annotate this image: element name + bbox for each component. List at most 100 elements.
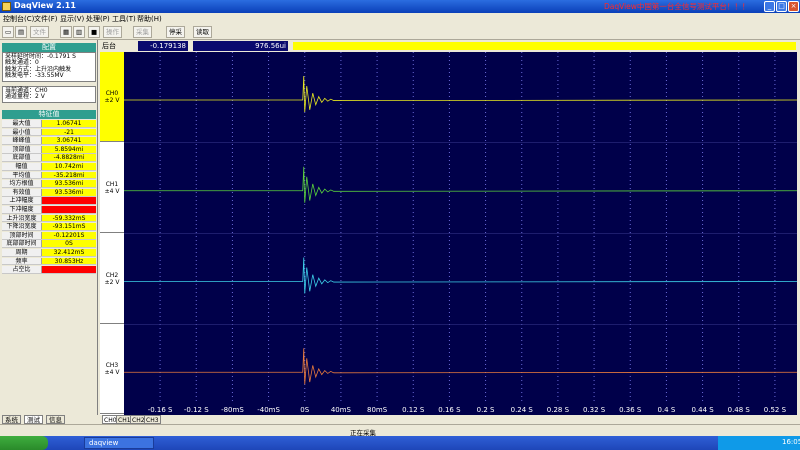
stop-collect-button[interactable]: 停采	[166, 26, 185, 38]
channel-labels: CH0 ±2 V CH1 ±4 V CH2 ±2 V CH3 ±4 V	[100, 52, 124, 415]
channel-name: CH2	[105, 271, 119, 279]
feature-value: -93.151mS	[42, 223, 96, 230]
left-tabs: 系统 测试 信息	[0, 415, 98, 424]
channel-label-ch3[interactable]: CH3 ±4 V	[100, 324, 124, 415]
channel-label-text: CH0 ±2 V	[100, 90, 124, 104]
collect-button[interactable]: 采集	[133, 26, 152, 38]
x-tick-label: -80mS	[221, 406, 244, 414]
x-tick-label: 0.28 S	[547, 406, 570, 414]
menu-tools[interactable]: 工具(T)	[112, 14, 136, 24]
toolbar: ▭ ▤ 文件 ▦ ▥ ■ 操作 采集 停采 读取	[0, 24, 800, 40]
readout-bar: 后台 -0.179138 976.56ui	[100, 40, 800, 52]
tab-info[interactable]: 信息	[46, 415, 65, 424]
config-info: 采样延时时间：-0.1791 S 触发通道：0 触发方式：上升沿内触发 触发电平…	[2, 52, 96, 82]
window-title: DaqView 2.11	[14, 1, 76, 10]
feature-row: 幅值 10.742mi	[2, 163, 96, 171]
feature-label: 均方根值	[2, 180, 42, 187]
print-icon[interactable]: ▥	[73, 26, 85, 38]
feature-row: 下降沿宽度 -93.151mS	[2, 223, 96, 231]
scope-plot[interactable]: -0.16 S -0.12 S -80mS -40mS 0S 40mS 80mS 0.12 S…	[124, 52, 798, 415]
feature-label: 峰峰值	[2, 137, 42, 144]
feature-label: 有效值	[2, 188, 42, 196]
minimize-button[interactable]: _	[764, 1, 775, 12]
feature-label: 下冲幅度	[2, 206, 42, 213]
menu-view[interactable]: 显示(V)	[60, 14, 84, 24]
feature-value: 6.3066mi	[42, 206, 96, 213]
feature-row: 底部部时间 0S	[2, 240, 96, 249]
taskbar: daqview 16:05	[0, 436, 800, 450]
feature-row: 均方根值 93.536mi	[2, 180, 96, 188]
x-tick-label: 0.36 S	[619, 406, 642, 414]
feature-row: 有效值 93.536mi	[2, 188, 96, 197]
feature-value: 3.06741	[42, 137, 96, 144]
feature-label: 频率	[2, 257, 42, 265]
x-tick-label: 0.24 S	[511, 406, 534, 414]
trace-ch2	[124, 257, 798, 294]
x-tick-label: 0.32 S	[583, 406, 606, 414]
feature-row: 顶部时间 -0.12201S	[2, 231, 96, 240]
feature-row: 周期 32.412mS	[2, 249, 96, 257]
x-tick-label: -0.16 S	[148, 406, 173, 414]
feature-label: 幅值	[2, 163, 42, 170]
new-icon[interactable]: ▭	[2, 26, 14, 38]
feature-row: 频率 30.853Hz	[2, 257, 96, 266]
channel-name: CH0	[105, 90, 119, 97]
feature-value: 32.412mS	[42, 249, 96, 256]
x-tick-label: -40mS	[257, 406, 280, 414]
feature-label: 底部值	[2, 154, 42, 161]
channel-label-ch1[interactable]: CH1 ±4 V	[100, 143, 124, 233]
features-header: 特征值	[2, 110, 96, 119]
feature-value: 6.3066mi	[42, 197, 96, 204]
readout-label: 后台	[102, 42, 116, 50]
channel-label-ch2[interactable]: CH2 ±2 V	[100, 234, 124, 324]
feature-value: 30.853Hz	[42, 257, 96, 265]
file-button[interactable]: 文件	[30, 26, 49, 38]
channel-range: ±4 V	[104, 187, 120, 195]
feature-value: 100.00%	[42, 266, 96, 273]
menu-bar: 控制台(C) 文件(F) 显示(V) 处理(P) 工具(T) 帮助(H)	[0, 13, 800, 24]
config-header: 配置	[2, 43, 96, 52]
x-tick-label: 40mS	[331, 406, 352, 414]
tab-test[interactable]: 测试	[24, 415, 43, 424]
ops-button[interactable]: 操作	[103, 26, 122, 38]
channel-range: ±2 V	[104, 278, 120, 286]
channel-info: 当前通道：CH0 通道量程：2 V	[2, 86, 96, 103]
left-panel: 配置 采样延时时间：-0.1791 S 触发通道：0 触发方式：上升沿内触发 触…	[0, 40, 98, 424]
channel-label-text: CH3 ±4 V	[100, 362, 124, 376]
status-bar: 正在采集	[0, 424, 800, 437]
open-icon[interactable]: ▤	[15, 26, 27, 38]
start-button[interactable]	[0, 436, 48, 450]
feature-value: 10.742mi	[42, 163, 96, 170]
feature-label: 下降沿宽度	[2, 223, 42, 230]
image-icon[interactable]: ▦	[60, 26, 72, 38]
read-button[interactable]: 读取	[193, 26, 212, 38]
feature-row: 占空比 100.00%	[2, 266, 96, 274]
menu-help[interactable]: 帮助(H)	[137, 14, 162, 24]
menu-file[interactable]: 文件(F)	[34, 14, 58, 24]
tab-ch3[interactable]: CH3	[144, 415, 161, 424]
feature-value: 93.536mi	[42, 180, 96, 187]
feature-row: 最大值 1.06741	[2, 120, 96, 128]
time-readout: -0.179138	[138, 41, 188, 51]
tab-system[interactable]: 系统	[2, 415, 21, 424]
trace-ch1	[124, 166, 798, 203]
task-daqview[interactable]: daqview	[84, 437, 154, 449]
menu-console[interactable]: 控制台(C)	[3, 14, 34, 24]
feature-label: 顶部时间	[2, 231, 42, 239]
feature-value: 5.8594mi	[42, 145, 96, 153]
feature-row: 上升沿宽度 -59.332mS	[2, 214, 96, 223]
progress-strip	[293, 42, 796, 50]
x-tick-label: 0.52 S	[764, 406, 787, 414]
feature-row: 下冲幅度 6.3066mi	[2, 206, 96, 214]
stop-icon[interactable]: ■	[88, 26, 100, 38]
channel-name: CH1	[105, 180, 119, 188]
maximize-button[interactable]: □	[776, 1, 787, 12]
marquee-warning: DaqView中国第一台全信号测试平台！！！	[604, 2, 750, 11]
feature-value: -4.8828mi	[42, 154, 96, 161]
close-button[interactable]: ×	[788, 1, 799, 12]
channel-label-ch0[interactable]: CH0 ±2 V	[100, 52, 124, 142]
menu-process[interactable]: 处理(P)	[86, 14, 110, 24]
info-line: 通道量程：2 V	[5, 93, 45, 101]
app-icon	[2, 2, 11, 11]
feature-value: 0S	[42, 240, 96, 247]
